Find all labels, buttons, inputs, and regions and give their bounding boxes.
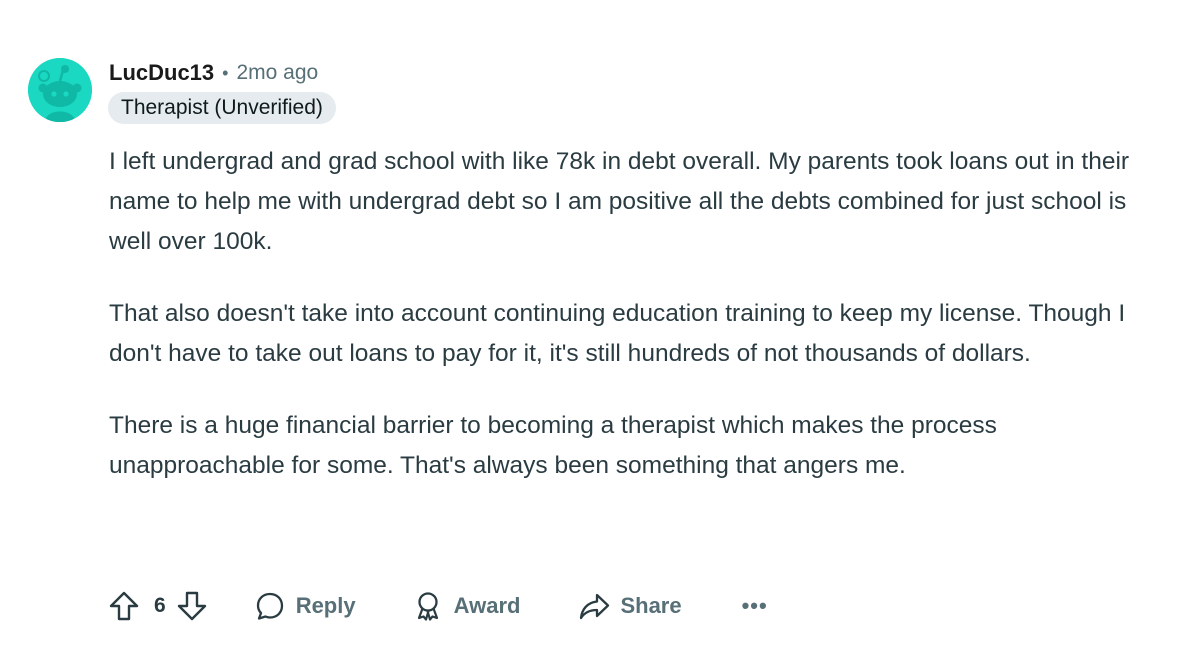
speech-bubble-icon <box>256 592 283 620</box>
comment-header: LucDuc13 • 2mo ago <box>109 58 318 88</box>
username-link[interactable]: LucDuc13 <box>109 60 214 86</box>
award-label: Award <box>453 593 521 618</box>
upvote-button[interactable] <box>108 590 140 622</box>
award-button[interactable]: Award <box>412 590 521 622</box>
comment-paragraph: I left undergrad and grad school with li… <box>109 148 1130 255</box>
ellipsis-icon: ••• <box>741 593 768 618</box>
vote-control: 6 <box>108 590 208 622</box>
comment-timestamp[interactable]: 2mo ago <box>236 61 318 85</box>
share-arrow-icon <box>580 593 610 620</box>
reply-label: Reply <box>295 593 356 618</box>
share-label: Share <box>620 593 682 618</box>
user-flair-badge: Therapist (Unverified) <box>108 92 336 124</box>
share-button[interactable]: Share <box>578 590 682 622</box>
downvote-arrow-icon <box>177 591 206 621</box>
more-options-button[interactable]: ••• <box>742 593 768 619</box>
upvote-arrow-icon <box>109 591 139 621</box>
comment-paragraph: There is a huge financial barrier to bec… <box>109 412 997 479</box>
award-ribbon-icon <box>417 592 438 621</box>
user-avatar[interactable] <box>28 58 92 122</box>
comment-action-bar: 6 Reply Award Share ••• <box>108 584 768 628</box>
downvote-button[interactable] <box>176 590 208 622</box>
vote-count: 6 <box>154 594 166 617</box>
reply-button[interactable]: Reply <box>254 590 356 622</box>
meta-separator: • <box>222 62 229 83</box>
snoo-avatar-icon <box>28 58 92 122</box>
comment-paragraph: That also doesn't take into account cont… <box>109 300 1126 367</box>
comment-body: I left undergrad and grad school with li… <box>109 142 1149 518</box>
